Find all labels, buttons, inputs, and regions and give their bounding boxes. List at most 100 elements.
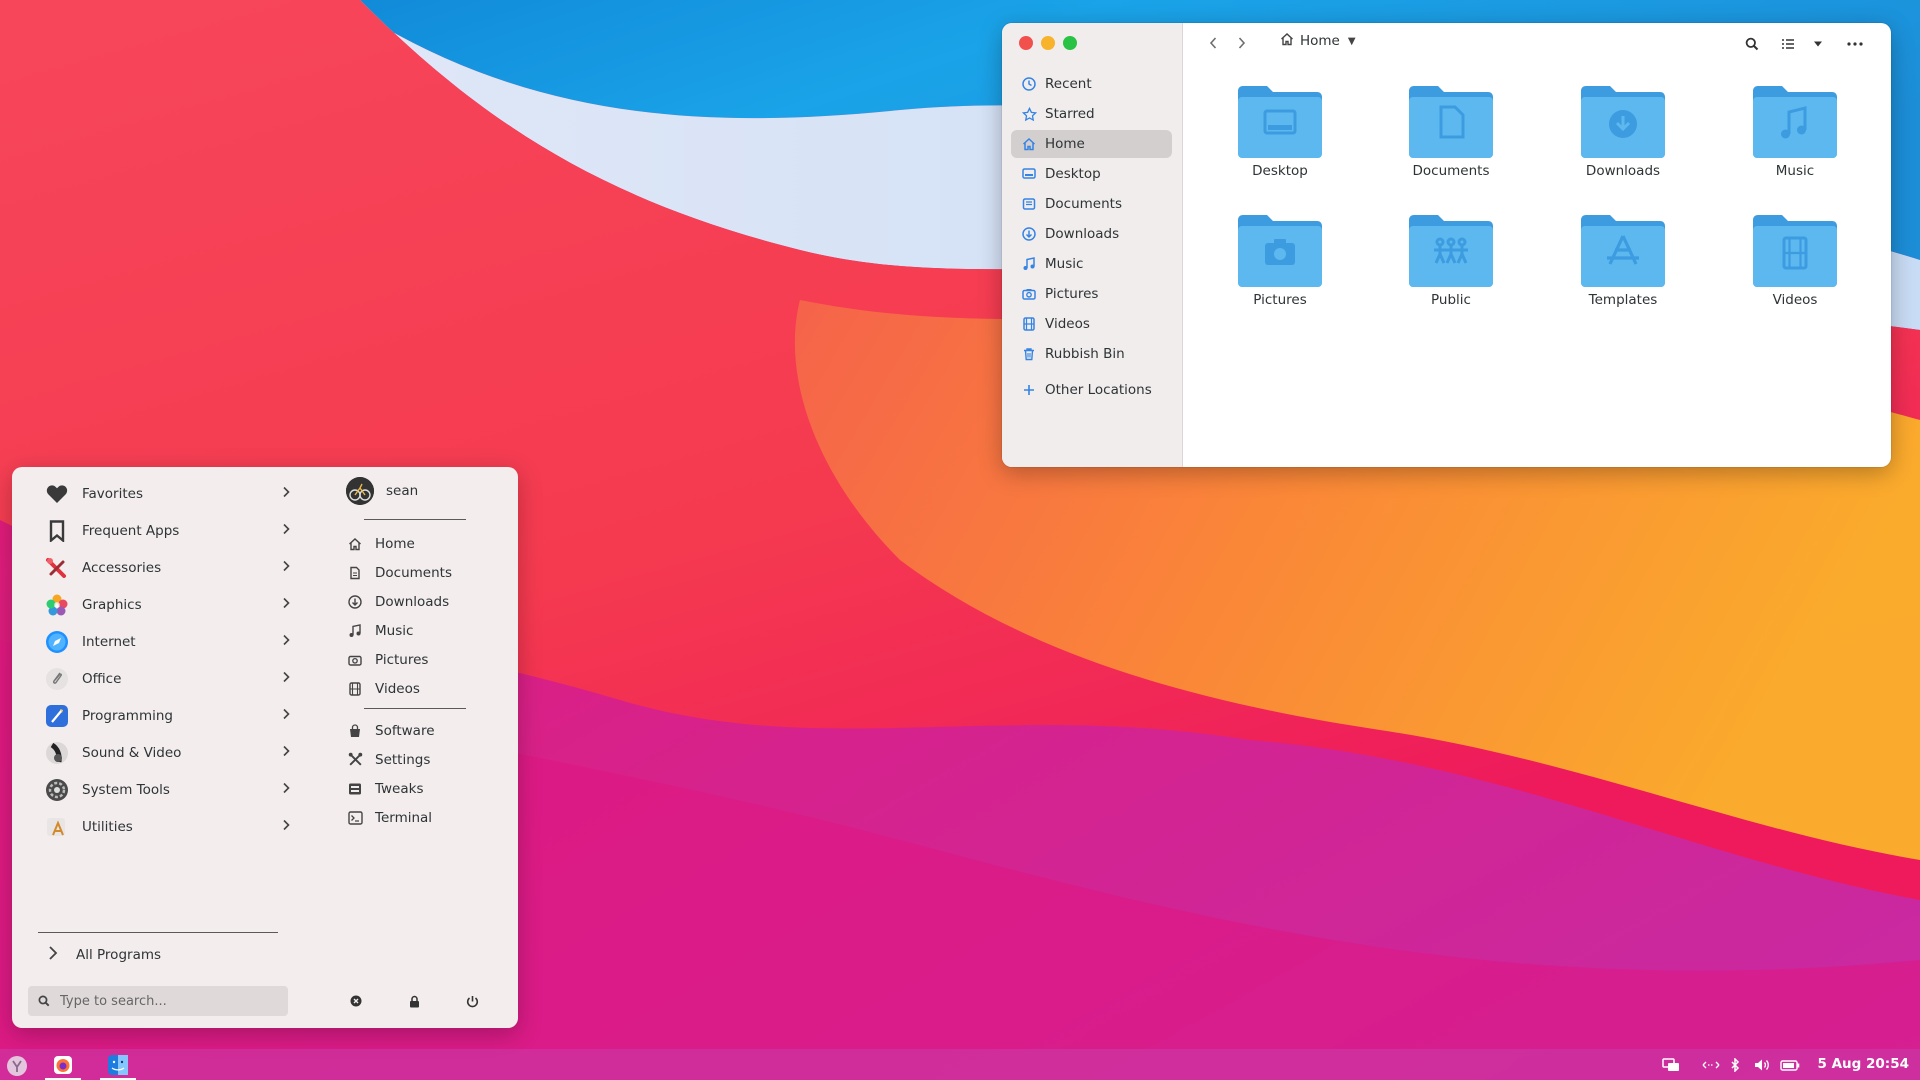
- close-button[interactable]: [1019, 36, 1033, 50]
- folder-downloads[interactable]: Downloads: [1558, 85, 1688, 195]
- app-label: Software: [375, 722, 435, 739]
- folder-templates[interactable]: Templates: [1558, 214, 1688, 324]
- sidebar-item-other-locations[interactable]: Other Locations: [1011, 376, 1172, 404]
- category-label: System Tools: [82, 781, 170, 798]
- category-internet[interactable]: Internet: [44, 623, 294, 660]
- place-downloads[interactable]: Downloads: [347, 587, 507, 616]
- user-account[interactable]: sean: [346, 477, 418, 505]
- folder-documents[interactable]: Documents: [1386, 85, 1516, 195]
- avatar: [346, 477, 374, 505]
- place-home[interactable]: Home: [347, 529, 507, 558]
- place-label: Home: [375, 535, 415, 552]
- sidebar-item-label: Downloads: [1045, 226, 1120, 242]
- category-frequent-apps[interactable]: Frequent Apps: [44, 512, 294, 549]
- taskbar-firefox[interactable]: [45, 1051, 81, 1080]
- battery-indicator[interactable]: [1778, 1056, 1802, 1074]
- all-programs-button[interactable]: All Programs: [48, 945, 161, 965]
- maximize-button[interactable]: [1063, 36, 1077, 50]
- app-tweaks[interactable]: Tweaks: [347, 774, 507, 803]
- folder-music[interactable]: Music: [1730, 85, 1860, 195]
- main-menu-button[interactable]: [1844, 33, 1866, 55]
- place-music[interactable]: Music: [347, 616, 507, 645]
- power-button[interactable]: [462, 991, 482, 1011]
- camera-icon: [1021, 286, 1037, 302]
- folder-videos[interactable]: Videos: [1730, 214, 1860, 324]
- search-input[interactable]: [58, 992, 272, 1010]
- places-list: Home Documents Downloads Music Pictures …: [347, 529, 507, 703]
- sidebar-item-label: Desktop: [1045, 166, 1101, 182]
- tweaks-icon: [347, 781, 363, 797]
- sidebar-item-label: Starred: [1045, 106, 1095, 122]
- places-list: Recent Starred Home Desktop Documents Do…: [1011, 70, 1172, 406]
- volume-icon: [1755, 1059, 1769, 1071]
- desktop-icon: [1021, 166, 1037, 182]
- app-settings[interactable]: Settings: [347, 745, 507, 774]
- location-breadcrumb[interactable]: Home ▼: [1280, 32, 1356, 50]
- lock-button[interactable]: [404, 991, 424, 1011]
- music-icon: [1021, 256, 1037, 272]
- category-utilities[interactable]: Utilities: [44, 808, 294, 845]
- sidebar-item-rubbish-bin[interactable]: Rubbish Bin: [1011, 340, 1172, 368]
- documents-folder-icon: [1409, 86, 1493, 158]
- category-system-tools[interactable]: System Tools: [44, 771, 294, 808]
- place-videos[interactable]: Videos: [347, 674, 507, 703]
- battery-icon: [1780, 1059, 1800, 1071]
- home-icon: [1021, 136, 1037, 152]
- minimize-button[interactable]: [1041, 36, 1055, 50]
- folder-label: Videos: [1772, 292, 1818, 308]
- category-programming[interactable]: Programming: [44, 697, 294, 734]
- volume-indicator[interactable]: [1751, 1056, 1773, 1074]
- chevron-right-icon: [282, 486, 290, 502]
- place-label: Downloads: [375, 593, 450, 610]
- folder-pictures[interactable]: Pictures: [1215, 214, 1345, 324]
- category-office[interactable]: Office: [44, 660, 294, 697]
- sidebar-item-label: Recent: [1045, 76, 1092, 92]
- folder-label: Documents: [1412, 163, 1490, 179]
- search-button[interactable]: [1741, 33, 1763, 55]
- category-label: Favorites: [82, 485, 143, 502]
- category-favorites[interactable]: Favorites: [44, 475, 294, 512]
- category-sound-video[interactable]: Sound & Video: [44, 734, 294, 771]
- sidebar-item-desktop[interactable]: Desktop: [1011, 160, 1172, 188]
- sidebar-item-music[interactable]: Music: [1011, 250, 1172, 278]
- sidebar-item-downloads[interactable]: Downloads: [1011, 220, 1172, 248]
- back-button[interactable]: [1203, 33, 1223, 53]
- sidebar-item-starred[interactable]: Starred: [1011, 100, 1172, 128]
- app-software[interactable]: Software: [347, 716, 507, 745]
- sidebar-item-pictures[interactable]: Pictures: [1011, 280, 1172, 308]
- more-icon: [1847, 42, 1863, 46]
- category-accessories[interactable]: Accessories: [44, 549, 294, 586]
- network-indicator[interactable]: [1700, 1056, 1722, 1074]
- view-list-button[interactable]: [1777, 33, 1799, 55]
- app-terminal[interactable]: Terminal: [347, 803, 507, 832]
- sidebar-item-home[interactable]: Home: [1011, 130, 1172, 158]
- forward-button[interactable]: [1232, 33, 1252, 53]
- place-label: Music: [375, 622, 414, 639]
- panel-clock[interactable]: 5 Aug 20:54: [1818, 1056, 1910, 1072]
- view-options-button[interactable]: [1807, 33, 1829, 55]
- sidebar-item-videos[interactable]: Videos: [1011, 310, 1172, 338]
- place-pictures[interactable]: Pictures: [347, 645, 507, 674]
- divider: [38, 932, 278, 933]
- display-indicator[interactable]: [1660, 1056, 1682, 1074]
- document-icon: [347, 565, 363, 581]
- accessories-icon: [44, 555, 70, 581]
- firefox-icon: [54, 1055, 72, 1074]
- app-search-box[interactable]: [28, 986, 288, 1016]
- bluetooth-indicator[interactable]: [1726, 1056, 1744, 1074]
- folder-label: Templates: [1588, 292, 1658, 308]
- category-label: Internet: [82, 633, 136, 650]
- category-label: Frequent Apps: [82, 522, 180, 539]
- folder-desktop[interactable]: Desktop: [1215, 85, 1345, 195]
- folder-public[interactable]: Public: [1386, 214, 1516, 324]
- logout-button[interactable]: [346, 991, 366, 1011]
- category-label: Programming: [82, 707, 173, 724]
- sidebar-item-recent[interactable]: Recent: [1011, 70, 1172, 98]
- place-documents[interactable]: Documents: [347, 558, 507, 587]
- category-graphics[interactable]: Graphics: [44, 586, 294, 623]
- app-menu-button[interactable]: [2, 1051, 32, 1080]
- chevron-right-icon: [282, 597, 290, 613]
- sidebar-item-documents[interactable]: Documents: [1011, 190, 1172, 218]
- window-controls: [1019, 36, 1077, 50]
- taskbar-files[interactable]: [100, 1051, 136, 1080]
